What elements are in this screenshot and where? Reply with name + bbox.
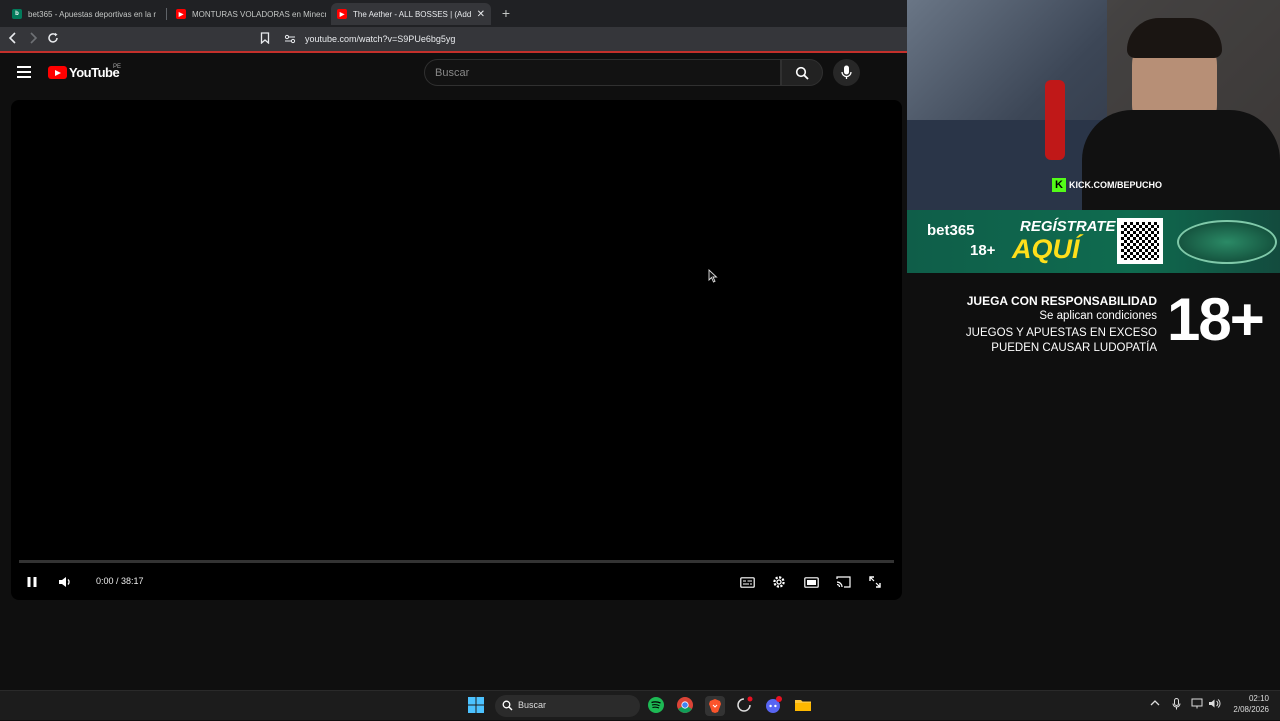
search-box <box>424 59 781 86</box>
tab-bet365[interactable]: b bet365 - Apuestas deportivas en la r <box>6 3 162 25</box>
bookmark-icon[interactable] <box>256 31 274 49</box>
voice-search-button[interactable] <box>833 59 860 86</box>
taskbar: Buscar 02:10 2/08/2026 <box>0 690 1280 720</box>
microphone-icon <box>1172 698 1181 710</box>
show-hidden-icons[interactable] <box>1150 699 1160 709</box>
cast-button[interactable] <box>833 572 853 592</box>
webcam-feed: K KICK.COM/BEPUCHO <box>907 0 1280 210</box>
youtube-play-logo-icon <box>48 66 67 79</box>
search-icon <box>502 700 513 711</box>
chrome-icon <box>677 697 693 713</box>
clock-date: 2/08/2026 <box>1233 705 1269 714</box>
banner-cta-top: REGÍSTRATE <box>1020 218 1116 235</box>
taskbar-search-label: Buscar <box>518 700 547 710</box>
spotify-app[interactable] <box>647 696 667 716</box>
bet365-favicon-icon: b <box>12 9 22 19</box>
streamer-hair <box>1127 18 1222 58</box>
refresh-app-icon <box>737 696 753 712</box>
country-code: PE <box>113 64 122 70</box>
roulette-image <box>1177 220 1277 264</box>
mouse-cursor-icon <box>708 269 718 283</box>
tab-title: MONTURAS VOLADORAS en Minecr <box>192 9 326 19</box>
kick-logo-icon: K <box>1052 178 1066 192</box>
gear-icon <box>773 576 785 588</box>
miniplayer-icon <box>803 576 819 588</box>
video-progress-bar[interactable] <box>19 560 894 563</box>
sponsor-banner: bet365 18+ REGÍSTRATE AQUÍ <box>907 210 1280 273</box>
tab-title: bet365 - Apuestas deportivas en la r <box>28 9 157 19</box>
tab-title: The Aether - ALL BOSSES | (Add <box>353 9 471 19</box>
hamburger-menu-icon[interactable] <box>17 66 31 78</box>
streamer-shirt <box>1082 110 1280 210</box>
windows-logo-icon <box>468 697 484 713</box>
fullscreen-icon <box>869 576 881 588</box>
browser-toolbar: youtube.com/watch?v=S9PUe6bg5yg <box>0 27 907 53</box>
subtitles-icon <box>739 576 755 588</box>
subtitles-button[interactable] <box>737 572 757 592</box>
new-tab-button[interactable]: + <box>498 5 514 21</box>
folder-icon <box>795 700 811 711</box>
settings-button[interactable] <box>769 572 789 592</box>
volume-button[interactable] <box>55 572 75 592</box>
chrome-app[interactable] <box>676 696 696 716</box>
search-button[interactable] <box>781 59 823 86</box>
channel-tag: K KICK.COM/BEPUCHO <box>1052 178 1162 192</box>
responsibility-title: JUEGA CON RESPONSABILIDAD <box>966 294 1157 308</box>
video-player[interactable] <box>11 100 902 600</box>
youtube-wordmark: YouTube <box>69 65 120 80</box>
banner-cta-bottom: AQUÍ <box>1012 234 1080 264</box>
taskbar-search[interactable]: Buscar <box>495 695 640 717</box>
speaker-icon <box>1209 699 1221 708</box>
cast-icon <box>835 576 851 588</box>
clock-time: 02:10 <box>1248 694 1269 703</box>
youtube-logo[interactable]: YouTube <box>48 65 120 80</box>
bet365-logo: bet365 <box>927 222 975 239</box>
age-badge: 18+ <box>1167 286 1265 353</box>
warning-line-2: PUEDEN CAUSAR LUDOPATÍA <box>991 342 1157 354</box>
close-tab-icon[interactable]: ✕ <box>477 9 485 20</box>
network-tray[interactable] <box>1191 698 1203 711</box>
network-icon <box>1191 698 1203 709</box>
time-display: 0:00 / 38:17 <box>96 576 144 586</box>
gambling-warning-panel: JUEGA CON RESPONSABILIDAD Se aplican con… <box>907 273 1280 690</box>
chevron-up-icon <box>1150 700 1160 706</box>
file-explorer-app[interactable] <box>794 696 814 716</box>
brave-app[interactable] <box>705 696 725 716</box>
tab-monturas[interactable]: ▶ MONTURAS VOLADORAS en Minecr <box>170 3 326 25</box>
spotify-icon <box>648 697 664 713</box>
microphone-icon <box>841 65 852 79</box>
discord-app[interactable] <box>764 696 784 716</box>
youtube-favicon-icon: ▶ <box>337 9 347 19</box>
app-with-notification[interactable] <box>735 696 755 716</box>
clock[interactable]: 02:10 2/08/2026 <box>1229 694 1269 714</box>
browser-tab-bar: b bet365 - Apuestas deportivas en la r ▶… <box>0 0 907 27</box>
brave-lion-icon <box>709 699 721 713</box>
volume-icon <box>59 577 70 587</box>
warning-line-1: JUEGOS Y APUESTAS EN EXCESO <box>965 327 1157 339</box>
tab-divider <box>166 8 167 20</box>
back-icon[interactable] <box>4 31 22 49</box>
channel-url: KICK.COM/BEPUCHO <box>1069 180 1163 190</box>
theater-mode-button[interactable] <box>801 572 821 592</box>
reload-icon[interactable] <box>44 31 62 49</box>
youtube-favicon-icon: ▶ <box>176 9 186 19</box>
banner-age-label: 18+ <box>970 242 996 259</box>
forward-icon[interactable] <box>24 31 42 49</box>
tab-the-aether[interactable]: ▶ The Aether - ALL BOSSES | (Add ✕ <box>331 3 491 25</box>
qr-code <box>1117 218 1163 264</box>
microphone-tray[interactable] <box>1172 698 1181 712</box>
discord-icon <box>766 696 782 713</box>
pause-button[interactable] <box>22 572 42 592</box>
start-button[interactable] <box>467 696 487 716</box>
microphone <box>1045 80 1065 160</box>
search-input[interactable] <box>425 60 780 85</box>
fullscreen-button[interactable] <box>865 572 885 592</box>
site-info-icon[interactable] <box>281 31 299 49</box>
address-bar[interactable]: youtube.com/watch?v=S9PUe6bg5yg <box>305 34 455 44</box>
youtube-header: YouTube PE <box>0 55 907 97</box>
volume-tray[interactable] <box>1208 698 1221 711</box>
responsibility-subtitle: Se aplican condiciones <box>1039 310 1157 322</box>
search-icon <box>795 66 809 80</box>
pause-icon <box>27 577 37 587</box>
